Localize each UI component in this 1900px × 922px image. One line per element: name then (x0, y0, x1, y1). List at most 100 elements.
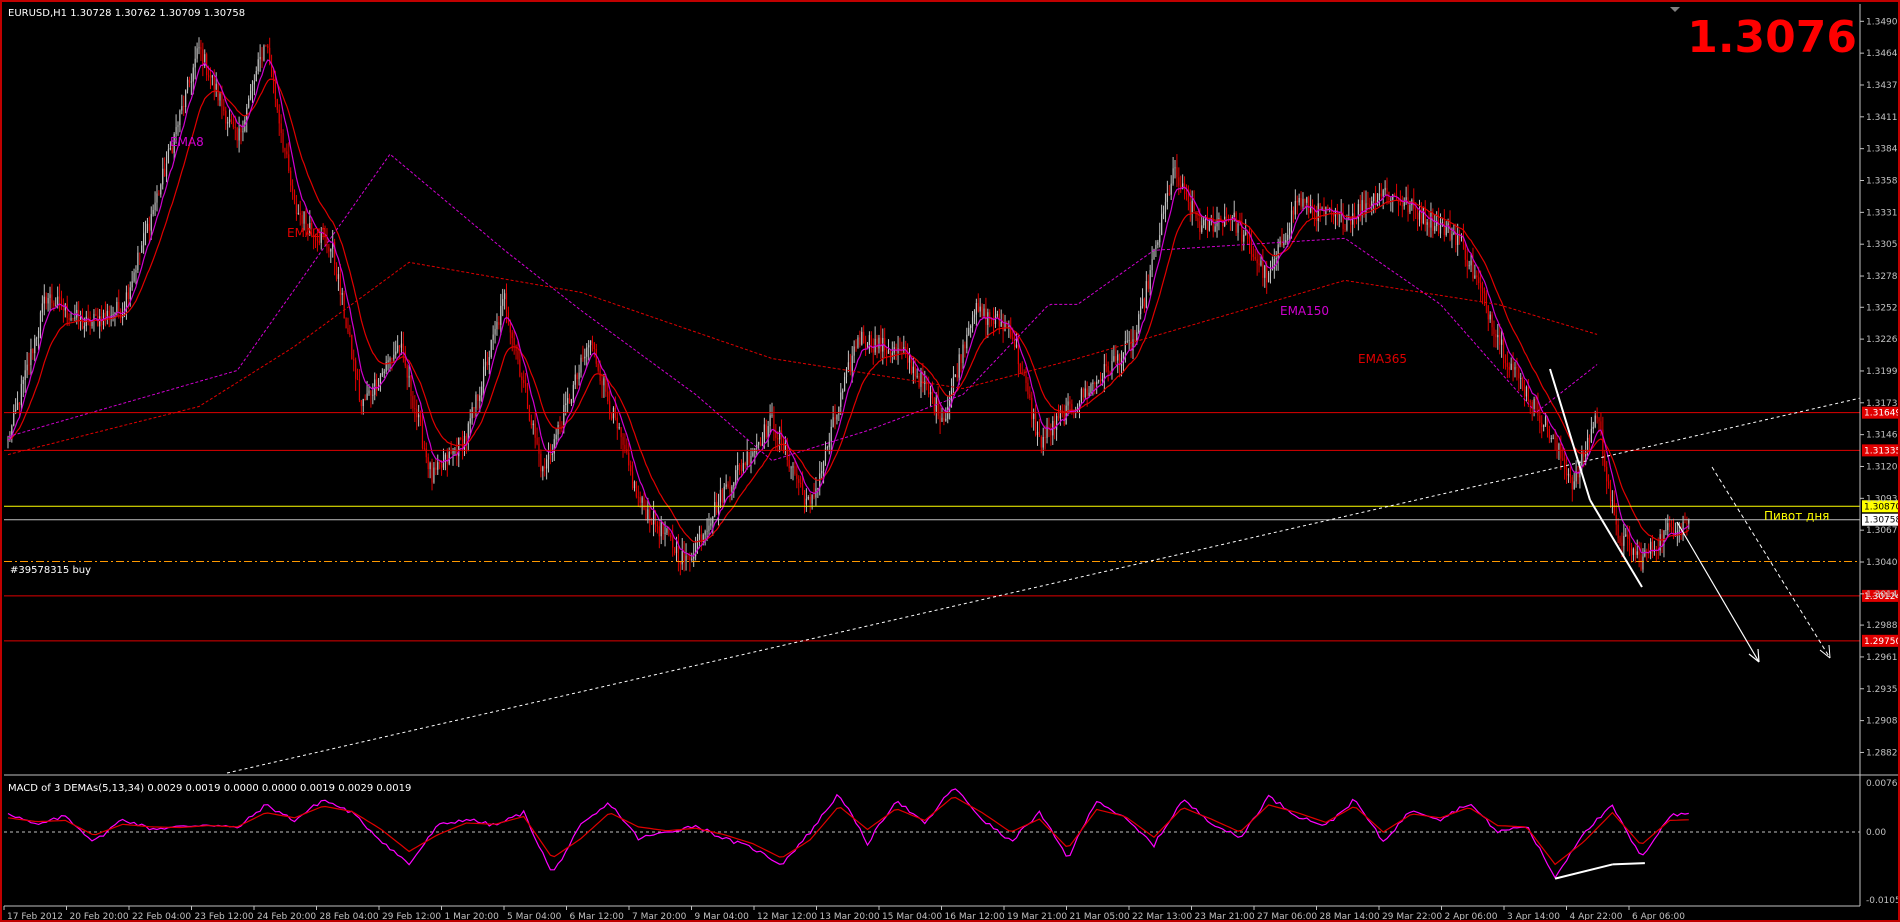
candle-body (1464, 243, 1466, 260)
candle-body (179, 110, 181, 126)
candle-body (1246, 232, 1249, 239)
candle-body (1665, 530, 1667, 531)
ema21-line (7, 78, 1690, 543)
candle-body (22, 379, 24, 384)
candle-body (593, 342, 595, 350)
candle-body (1017, 344, 1019, 365)
candle-body (427, 457, 429, 470)
candle-body (643, 497, 645, 509)
candle-body (1422, 207, 1424, 224)
candle-body (1105, 364, 1107, 367)
candle-body (534, 423, 536, 438)
candle-body (750, 456, 752, 464)
candle-body (131, 281, 133, 288)
candle-body (253, 81, 255, 85)
candle-body (1437, 220, 1440, 234)
candle-body (284, 148, 286, 152)
candle-body (1449, 223, 1451, 240)
candle-body (584, 356, 586, 359)
candle-body (366, 393, 368, 400)
price-tick-label: 1.33581 (1866, 177, 1898, 187)
candle-body (1378, 193, 1380, 201)
candle-body (1166, 193, 1168, 202)
candle-body (1627, 534, 1629, 539)
candle-body (246, 107, 248, 120)
candle-body (496, 322, 498, 330)
candle-body (87, 316, 89, 318)
candle-body (1038, 431, 1040, 438)
candle-body (228, 119, 231, 123)
candle-body (1029, 394, 1031, 399)
candle-body (305, 211, 307, 224)
candle-body (880, 337, 882, 352)
candle-body (985, 308, 987, 325)
candle-body (37, 330, 40, 338)
candle-body (813, 494, 815, 498)
candle-body (1145, 281, 1147, 308)
candle-body (536, 437, 538, 444)
candle-body (716, 502, 718, 513)
candle-body (719, 489, 722, 502)
candle-body (299, 212, 301, 215)
candle-body (465, 435, 467, 441)
candle-body (234, 127, 236, 128)
candle-body (211, 75, 213, 78)
candle-body (188, 79, 191, 83)
candle-body (1420, 212, 1422, 224)
candle-body (822, 461, 825, 471)
candle-body (647, 509, 649, 520)
candle-body (784, 442, 786, 451)
candle-body (1514, 367, 1516, 370)
candle-body (549, 454, 552, 456)
candle-body (360, 400, 362, 407)
candle-body (192, 67, 194, 82)
candle-body (335, 264, 338, 279)
candle-body (673, 547, 676, 554)
candle-body (213, 75, 215, 90)
candle-body (1558, 443, 1560, 451)
candle-body (1401, 205, 1403, 207)
candle-body (351, 334, 353, 360)
candle-body (687, 555, 689, 557)
candle-body (1604, 454, 1606, 467)
candle-body (641, 497, 643, 503)
time-tick-label: 27 Mar 06:00 (1257, 912, 1317, 920)
candle-body (227, 122, 229, 124)
candle-body (1460, 236, 1463, 239)
candle-body (509, 322, 511, 333)
candle-body (74, 317, 76, 319)
candle-body (842, 390, 844, 393)
candle-body (1266, 265, 1268, 283)
candle-body (981, 306, 983, 317)
candle-body (525, 383, 527, 387)
candle-body (118, 301, 120, 312)
candle-body (983, 308, 985, 317)
candle-body (1191, 200, 1193, 213)
candle-body (582, 357, 584, 359)
candle-body (628, 452, 630, 466)
candle-body (358, 379, 361, 401)
candle-body (28, 364, 30, 366)
candle-body (450, 452, 452, 454)
candle-body (507, 312, 510, 323)
candle-body (150, 214, 152, 231)
candle-body (1506, 363, 1508, 367)
candle-body (469, 418, 471, 424)
price-tick-label: 1.29616 (1866, 653, 1898, 663)
candle-body (141, 245, 143, 253)
candle-body (847, 362, 849, 370)
candle-body (355, 360, 357, 380)
candle-body (1183, 183, 1186, 188)
candle-body (1057, 415, 1060, 419)
candle-body (43, 296, 45, 304)
chart-canvas[interactable]: 1.316491.313351.308701.307581.301241.297… (2, 2, 1898, 920)
candle-body (473, 407, 475, 409)
candle-body (423, 448, 425, 449)
candle-body (717, 501, 720, 513)
candle-body (1067, 401, 1069, 406)
candle-body (559, 425, 561, 427)
level-price-label: 1.31649 (1864, 409, 1898, 419)
candle-body (620, 427, 622, 438)
candle-body (987, 312, 989, 325)
candle-body (376, 379, 378, 391)
